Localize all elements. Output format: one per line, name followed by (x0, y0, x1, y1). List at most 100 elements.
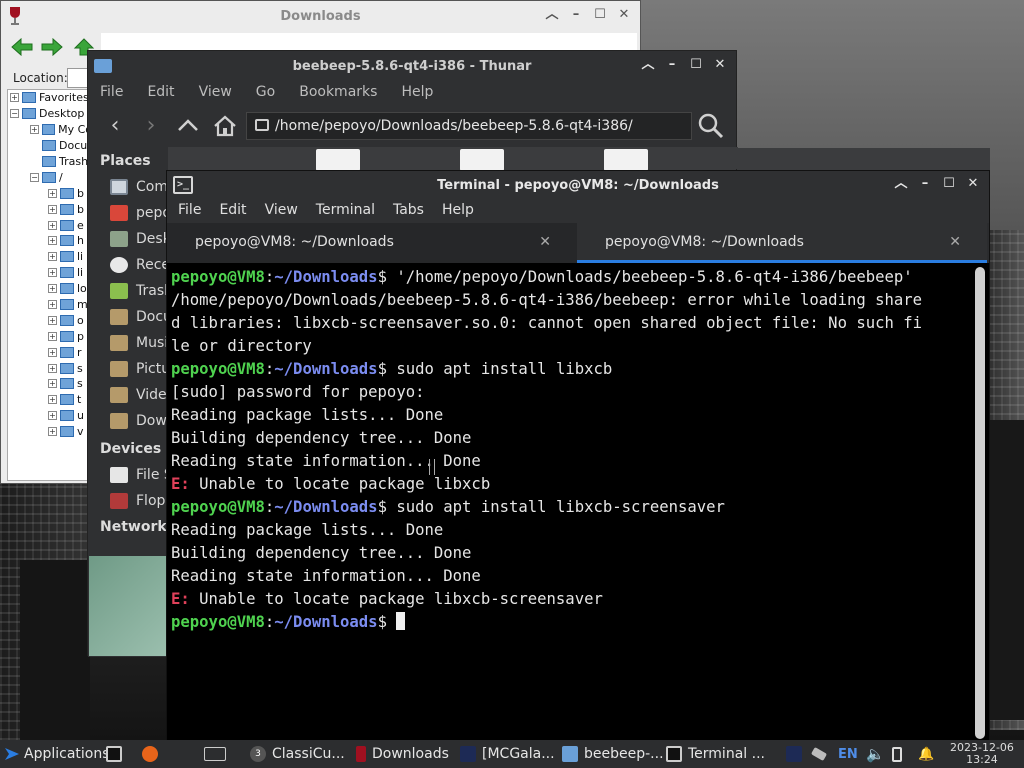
sidebar-item-filesystem[interactable]: File S (110, 463, 173, 487)
maximize-button[interactable]: ☐ (941, 176, 957, 192)
sidebar-item-downloads[interactable]: Dow (110, 409, 167, 433)
expand-toggle-icon[interactable]: + (48, 379, 57, 389)
menu-terminal[interactable]: Terminal (307, 199, 384, 223)
terminal-tab[interactable]: pepoyo@VM8: ~/Downloads ✕ (167, 223, 577, 263)
taskbar-item-terminal[interactable]: Terminal ... (666, 740, 765, 768)
tray-app[interactable] (786, 740, 808, 768)
close-tab-icon[interactable]: ✕ (949, 223, 961, 261)
maximize-button[interactable]: ☐ (688, 57, 704, 73)
expand-toggle-icon[interactable]: + (48, 188, 57, 198)
terminal-launcher[interactable] (106, 740, 128, 768)
close-button[interactable]: ✕ (616, 7, 632, 23)
menu-edit[interactable]: Edit (135, 81, 186, 107)
expand-toggle-icon[interactable]: + (48, 268, 57, 278)
expand-toggle-icon[interactable]: + (48, 411, 57, 421)
expand-toggle-icon[interactable]: + (48, 236, 57, 246)
tree-node[interactable]: + o (8, 312, 92, 328)
menu-edit[interactable]: Edit (210, 199, 255, 223)
expand-toggle-icon[interactable]: + (48, 300, 57, 310)
search-icon[interactable] (696, 111, 726, 141)
volume-icon[interactable]: 🔈 (866, 740, 885, 768)
tree-node[interactable]: Docu (8, 138, 92, 154)
expand-toggle-icon[interactable]: + (48, 204, 57, 214)
expand-toggle-icon[interactable]: + (10, 93, 19, 103)
menu-view[interactable]: View (187, 81, 244, 107)
notification-bell-icon[interactable]: 🔔 (918, 740, 934, 768)
tree-node[interactable]: + s (8, 376, 92, 392)
battery-icon[interactable] (892, 740, 908, 768)
sidebar-item-home[interactable]: pepo (110, 201, 171, 225)
sidebar-item-documents[interactable]: Docu (110, 305, 172, 329)
taskbar-item-thunar[interactable]: beebeep-... (562, 740, 664, 768)
expand-toggle-icon[interactable]: + (48, 395, 57, 405)
maximize-button[interactable]: ☐ (592, 7, 608, 23)
tree-node[interactable]: + b (8, 201, 92, 217)
minimize-button[interactable]: – (664, 57, 680, 73)
expand-toggle-icon[interactable]: + (48, 331, 57, 341)
tree-node[interactable]: Trash (8, 154, 92, 170)
firefox-launcher[interactable] (142, 740, 164, 768)
taskbar-item-classicube[interactable]: 3 ClassiCu... (250, 740, 345, 768)
tree-node[interactable]: + m (8, 297, 92, 313)
terminal-titlebar[interactable]: >_ Terminal - pepoyo@VM8: ~/Downloads ︿ … (167, 171, 989, 199)
forward-arrow-icon[interactable] (41, 38, 63, 56)
show-desktop-button[interactable] (204, 740, 232, 768)
forward-icon[interactable]: › (138, 113, 164, 139)
sidebar-item-videos[interactable]: Vide (110, 383, 167, 407)
tree-node[interactable]: + t (8, 392, 92, 408)
back-arrow-icon[interactable] (11, 38, 33, 56)
file-icon[interactable] (316, 149, 360, 171)
file-icon[interactable] (460, 149, 504, 171)
minimize-button[interactable]: – (568, 7, 584, 23)
taskbar-item-downloads[interactable]: Downloads (356, 740, 449, 768)
menu-bookmarks[interactable]: Bookmarks (287, 81, 389, 107)
maximize-up-button[interactable]: ︿ (544, 7, 560, 23)
menu-view[interactable]: View (256, 199, 307, 223)
tree-node[interactable]: − Desktop (8, 106, 92, 122)
menu-file[interactable]: File (88, 81, 135, 107)
expand-toggle-icon[interactable]: + (48, 363, 57, 373)
menu-tabs[interactable]: Tabs (384, 199, 433, 223)
terminal-window[interactable]: >_ Terminal - pepoyo@VM8: ~/Downloads ︿ … (166, 170, 990, 744)
sidebar-item-pictures[interactable]: Pictu (110, 357, 170, 381)
menu-help[interactable]: Help (389, 81, 445, 107)
expand-toggle-icon[interactable]: + (48, 220, 57, 230)
thunar-titlebar[interactable]: beebeep-5.8.6-qt4-i386 - Thunar ︿ – ☐ ✕ (88, 51, 736, 81)
tree-node[interactable]: + h (8, 233, 92, 249)
file-icon[interactable] (604, 149, 648, 171)
menu-go[interactable]: Go (244, 81, 287, 107)
tree-node[interactable]: + p (8, 328, 92, 344)
folder-tree[interactable]: + Favorites − Desktop + My Co Docu Trash − / + b + b +… (7, 89, 93, 481)
applications-menu-button[interactable]: Applications (4, 740, 110, 768)
keyboard-layout[interactable]: EN (838, 740, 858, 768)
sidebar-item-floppy[interactable]: Flop (110, 489, 165, 513)
tree-node[interactable]: + u (8, 408, 92, 424)
path-bar[interactable]: /home/pepoyo/Downloads/beebeep-5.8.6-qt4… (246, 112, 692, 140)
sidebar-item-computer[interactable]: Com (110, 175, 168, 199)
sidebar-item-music[interactable]: Musi (110, 331, 168, 355)
expand-toggle-icon[interactable]: + (48, 315, 57, 325)
close-tab-icon[interactable]: ✕ (539, 223, 551, 261)
maximize-up-button[interactable]: ︿ (893, 176, 909, 192)
tree-node[interactable]: + Favorites (8, 90, 92, 106)
terminal-tab-active[interactable]: pepoyo@VM8: ~/Downloads ✕ (577, 223, 987, 263)
terminal-output[interactable]: pepoyo@VM8:~/Downloads$ '/home/pepoyo/Do… (171, 266, 977, 740)
expand-toggle-icon[interactable]: + (30, 125, 39, 135)
expand-toggle-icon[interactable]: + (48, 252, 57, 262)
maximize-up-button[interactable]: ︿ (640, 57, 656, 73)
menu-file[interactable]: File (169, 199, 210, 223)
expand-toggle-icon[interactable]: − (30, 172, 39, 182)
tree-node[interactable]: + e (8, 217, 92, 233)
tray-network[interactable] (810, 740, 832, 768)
tree-node[interactable]: + r (8, 344, 92, 360)
tree-node[interactable]: + lo (8, 281, 92, 297)
sidebar-item-trash[interactable]: Trash (110, 279, 173, 303)
taskbar-item-mcgalaxy[interactable]: [MCGala... (460, 740, 555, 768)
close-button[interactable]: ✕ (965, 176, 981, 192)
home-icon[interactable] (212, 113, 238, 139)
tree-node[interactable]: + v (8, 424, 92, 440)
minimize-button[interactable]: – (917, 176, 933, 192)
back-icon[interactable]: ‹ (102, 113, 128, 139)
terminal-scrollbar[interactable] (975, 267, 985, 739)
expand-toggle-icon[interactable]: + (48, 284, 57, 294)
